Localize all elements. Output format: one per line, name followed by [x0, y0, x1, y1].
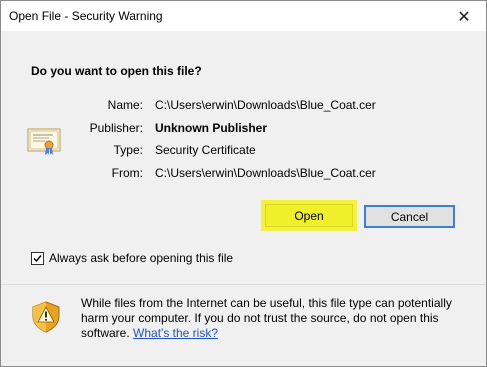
security-warning-dialog: Open File - Security Warning ✕ Do you wa…: [0, 0, 487, 367]
type-value: Security Certificate: [155, 143, 256, 157]
from-value: C:\Users\erwin\Downloads\Blue_Coat.cer: [155, 166, 376, 180]
whats-the-risk-link[interactable]: What's the risk?: [133, 326, 218, 340]
title-bar: Open File - Security Warning ✕: [1, 1, 486, 31]
open-button[interactable]: Open: [265, 204, 353, 227]
always-ask-row[interactable]: Always ask before opening this file: [31, 251, 233, 265]
always-ask-checkbox[interactable]: [31, 251, 44, 265]
cancel-button[interactable]: Cancel: [364, 205, 455, 228]
name-label: Name:: [107, 98, 143, 112]
name-value: C:\Users\erwin\Downloads\Blue_Coat.cer: [155, 98, 376, 112]
question-heading: Do you want to open this file?: [31, 64, 202, 78]
close-button[interactable]: ✕: [448, 6, 480, 28]
shield-warning-icon: [32, 301, 60, 333]
checkmark-icon: [33, 254, 42, 262]
type-label: Type:: [113, 143, 143, 157]
publisher-value: Unknown Publisher: [155, 121, 268, 135]
warning-message: While files from the Internet can be use…: [81, 296, 476, 341]
warning-footer: While files from the Internet can be use…: [1, 285, 486, 366]
dialog-content: Do you want to open this file? Name: C:\…: [1, 31, 486, 284]
dialog-title: Open File - Security Warning: [9, 9, 163, 23]
publisher-label: Publisher:: [89, 121, 143, 135]
close-icon: ✕: [457, 9, 471, 26]
always-ask-label: Always ask before opening this file: [49, 251, 234, 265]
from-label: From:: [111, 166, 143, 180]
